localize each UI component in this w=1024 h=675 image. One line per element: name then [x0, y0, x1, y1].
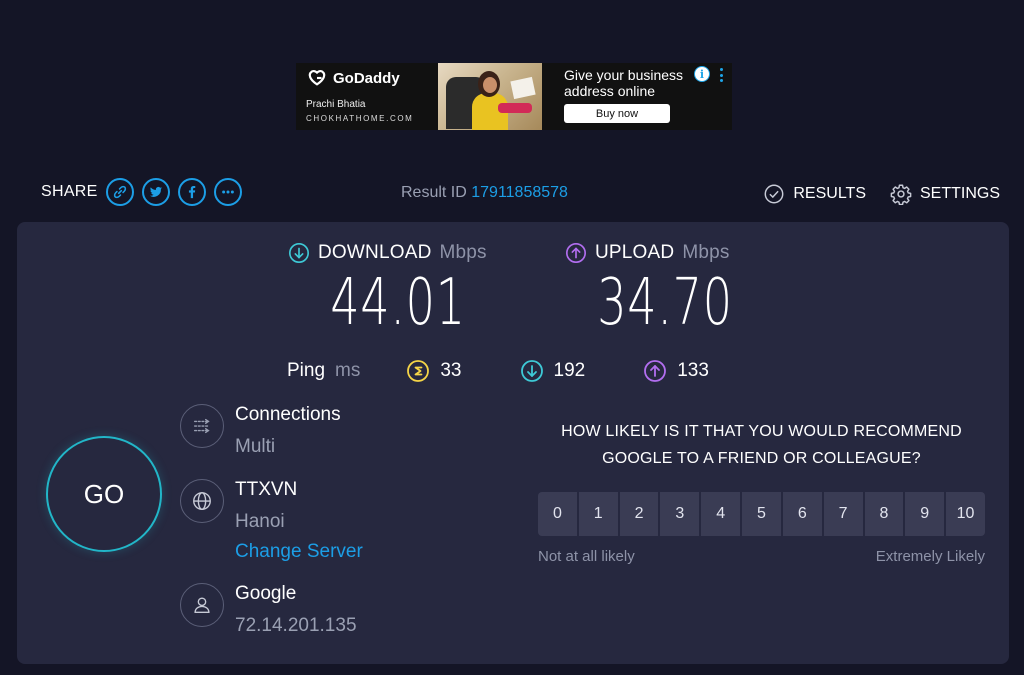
rating-button-3[interactable]: 3	[660, 492, 700, 536]
go-button[interactable]: GO	[46, 436, 162, 552]
download-metric: DOWNLOAD Mbps 44.01	[288, 242, 508, 340]
globe-icon	[180, 479, 224, 523]
ping-idle-value: 33	[440, 360, 462, 381]
server-location: Hanoi	[235, 511, 285, 532]
twitter-icon[interactable]	[141, 178, 170, 206]
ping-upload: 133	[643, 359, 709, 383]
connections-block: Connections Multi	[180, 404, 341, 458]
connections-title: Connections	[235, 404, 341, 425]
user-icon	[180, 583, 224, 627]
rating-button-1[interactable]: 1	[578, 492, 618, 536]
result-id-link[interactable]: 17911858578	[471, 184, 568, 201]
ad-person-name: Prachi Bhatia	[306, 99, 366, 110]
ad-info-icon[interactable]: i	[694, 66, 710, 82]
result-panel: DOWNLOAD Mbps 44.01 UPLOAD Mbps 34.70 Pi…	[17, 222, 1009, 664]
download-label: DOWNLOAD	[318, 242, 432, 263]
rating-button-2[interactable]: 2	[619, 492, 659, 536]
provider-ip: 72.14.201.135	[235, 615, 357, 636]
rating-button-9[interactable]: 9	[905, 492, 945, 536]
ping-idle: 33	[406, 359, 462, 383]
download-header: DOWNLOAD Mbps	[288, 242, 508, 264]
ping-row: Ping ms 33 192 133	[287, 359, 767, 383]
upload-unit: Mbps	[682, 242, 730, 263]
link-icon[interactable]	[105, 178, 134, 206]
upload-label: UPLOAD	[595, 242, 675, 263]
recommend-survey: HOW LIKELY IS IT THAT YOU WOULD RECOMMEN…	[538, 418, 985, 565]
ping-upload-icon	[644, 360, 667, 382]
facebook-icon[interactable]	[177, 178, 206, 206]
ad-site-name: CHOKHATHOME.COM	[306, 114, 414, 123]
connections-value: Multi	[235, 436, 276, 457]
ad-options-icon[interactable]	[714, 66, 728, 84]
provider-name: Google	[235, 583, 297, 604]
results-button[interactable]: RESULTS	[763, 183, 866, 205]
ad-right: Give your business address online Buy no…	[542, 63, 732, 130]
survey-question: HOW LIKELY IS IT THAT YOU WOULD RECOMMEN…	[561, 423, 962, 467]
ping-upload-value: 133	[677, 360, 709, 381]
ping-download: 192	[520, 359, 586, 383]
ping-idle-icon	[407, 360, 430, 382]
ad-buy-now-button[interactable]: Buy now	[564, 104, 670, 123]
share-label: SHARE	[41, 183, 98, 200]
top-nav: RESULTS SETTINGS	[763, 183, 1000, 205]
result-id: Result ID 17911858578	[401, 184, 568, 202]
upload-value: 34.70	[597, 266, 733, 340]
rating-scale: 0 1 2 3 4 5 6 7 8 9 10	[538, 492, 985, 536]
check-circle-icon	[764, 184, 784, 204]
upload-arrow-icon	[566, 243, 586, 263]
ping-label: Ping	[287, 360, 326, 381]
download-value: 44.01	[330, 266, 466, 340]
rating-button-4[interactable]: 4	[701, 492, 741, 536]
gear-icon	[890, 184, 912, 205]
result-id-label: Result ID	[401, 184, 467, 201]
upload-header: UPLOAD Mbps	[565, 242, 765, 264]
share-bar: SHARE	[41, 178, 250, 206]
godaddy-logo-icon	[308, 70, 326, 86]
server-name: TTXVN	[235, 479, 298, 500]
download-unit: Mbps	[439, 242, 487, 263]
more-icon[interactable]	[213, 178, 242, 206]
ping-unit: ms	[335, 360, 361, 381]
scale-labels: Not at all likely Extremely Likely	[538, 548, 985, 565]
results-label: RESULTS	[793, 185, 866, 202]
ad-left: GoDaddy Prachi Bhatia CHOKHATHOME.COM	[296, 63, 438, 130]
ad-banner[interactable]: GoDaddy Prachi Bhatia CHOKHATHOME.COM Gi…	[296, 63, 732, 130]
settings-button[interactable]: SETTINGS	[890, 183, 1000, 205]
scale-low-label: Not at all likely	[538, 548, 635, 565]
rating-button-0[interactable]: 0	[538, 492, 577, 536]
ad-brand-name: GoDaddy	[333, 69, 400, 87]
server-block: TTXVN Hanoi Change Server	[180, 479, 363, 563]
upload-metric: UPLOAD Mbps 34.70	[565, 242, 765, 340]
settings-label: SETTINGS	[919, 185, 1000, 202]
download-arrow-icon	[289, 243, 309, 263]
rating-button-7[interactable]: 7	[823, 492, 863, 536]
rating-button-6[interactable]: 6	[782, 492, 822, 536]
ad-brand: GoDaddy	[306, 69, 428, 87]
rating-button-10[interactable]: 10	[946, 492, 985, 536]
scale-high-label: Extremely Likely	[875, 548, 985, 565]
ping-download-value: 192	[553, 360, 586, 381]
rating-button-8[interactable]: 8	[864, 492, 904, 536]
connections-icon	[180, 404, 224, 448]
ping-download-icon	[520, 360, 543, 382]
provider-block: Google 72.14.201.135	[180, 583, 357, 637]
ad-photo	[438, 63, 542, 130]
change-server-link[interactable]: Change Server	[235, 541, 363, 563]
rating-button-5[interactable]: 5	[742, 492, 781, 536]
